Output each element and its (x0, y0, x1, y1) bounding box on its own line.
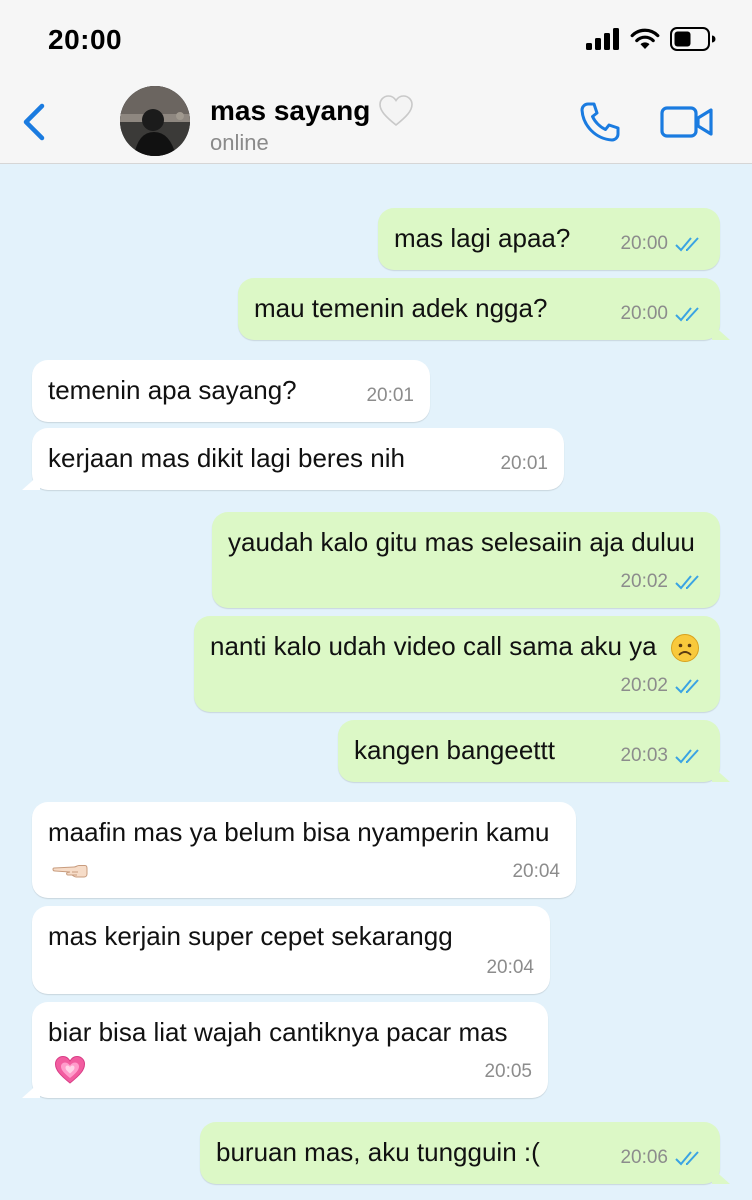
message-bubble-outgoing[interactable]: yaudah kalo gitu mas selesaiin aja duluu… (212, 512, 720, 608)
message-bubble-incoming[interactable]: maafin mas ya belum bisa nyamperin kamu … (32, 802, 576, 898)
read-ticks-icon (675, 679, 699, 694)
message-time: 20:01 (500, 453, 548, 474)
message-time: 20:04 (512, 861, 560, 882)
message-meta: 20:00 (620, 226, 704, 262)
message-bubble-incoming[interactable]: kerjaan mas dikit lagi beres nih 20:01 (22, 428, 564, 490)
status-icons (586, 26, 716, 52)
status-bar: 20:00 (0, 0, 752, 82)
message-time: 20:02 (620, 571, 668, 592)
message-meta: 20:03 (620, 738, 704, 774)
message-bubble-outgoing[interactable]: nanti kalo udah video call sama aku ya 2… (194, 616, 720, 712)
message-text: mas lagi apaa? (394, 223, 571, 253)
video-call-icon[interactable] (660, 102, 714, 142)
message-meta: 20:04 (512, 854, 560, 890)
chat-area: mas lagi apaa? 20:00 mau temenin adek ng… (0, 164, 752, 1200)
message-text: temenin apa sayang? (48, 375, 297, 405)
battery-icon (670, 27, 716, 51)
message-meta: 20:00 (620, 296, 704, 332)
message-text: buruan mas, aku tungguin :( (216, 1137, 540, 1167)
message-time: 20:06 (620, 1147, 668, 1168)
wifi-icon (630, 28, 660, 49)
message-text: yaudah kalo gitu mas selesaiin aja duluu (228, 527, 695, 557)
message-text: nanti kalo udah video call sama aku ya (210, 631, 657, 661)
message-meta: 20:02 (620, 564, 704, 600)
message-text: mau temenin adek ngga? (254, 293, 548, 323)
message-meta: 20:01 (500, 446, 548, 482)
message-bubble-incoming[interactable]: mas kerjain super cepet sekarangg 20:04 (32, 906, 550, 994)
pointing-left-hand-emoji-icon (52, 865, 88, 878)
back-chevron-icon[interactable] (14, 100, 54, 144)
message-meta: 20:06 (620, 1140, 704, 1176)
message-bubble-incoming[interactable]: temenin apa sayang? 20:01 (32, 360, 430, 422)
message-time: 20:02 (620, 675, 668, 696)
status-time: 20:00 (48, 24, 123, 55)
message-bubble-incoming[interactable]: biar bisa liat wajah cantiknya pacar mas… (22, 1002, 548, 1098)
message-text: kangen bangeettt (354, 735, 555, 765)
read-ticks-icon (675, 1151, 699, 1166)
message-bubble-outgoing[interactable]: mas lagi apaa? 20:00 (378, 208, 720, 270)
cellular-signal-icon (586, 28, 619, 50)
message-meta: 20:02 (620, 668, 704, 704)
message-meta: 20:05 (484, 1054, 532, 1090)
contact-status: online (210, 130, 269, 155)
read-ticks-icon (675, 749, 699, 764)
white-heart-icon (379, 95, 414, 127)
message-meta: 20:04 (486, 950, 534, 986)
message-time: 20:03 (620, 745, 668, 766)
message-text: biar bisa liat wajah cantiknya pacar mas (48, 1017, 508, 1047)
contact-name[interactable]: mas sayang (210, 94, 414, 128)
message-text: mas kerjain super cepet sekarangg (48, 921, 453, 951)
message-time: 20:00 (620, 303, 668, 324)
message-text: kerjaan mas dikit lagi beres nih (48, 443, 405, 473)
contact-name-text: mas sayang (210, 95, 371, 126)
message-text: maafin mas ya belum bisa nyamperin kamu (48, 817, 550, 847)
read-ticks-icon (675, 237, 699, 252)
growing-heart-emoji-icon (54, 1056, 86, 1084)
phone-call-icon[interactable] (578, 100, 622, 144)
message-bubble-outgoing[interactable]: kangen bangeettt 20:03 (338, 720, 730, 782)
chat-header: mas sayang online (0, 82, 752, 164)
message-meta: 20:01 (366, 378, 414, 414)
message-time: 20:05 (484, 1061, 532, 1082)
message-time: 20:00 (620, 233, 668, 254)
message-time: 20:04 (486, 957, 534, 978)
read-ticks-icon (675, 307, 699, 322)
message-bubble-outgoing[interactable]: mau temenin adek ngga? 20:00 (238, 278, 730, 340)
message-bubble-outgoing[interactable]: buruan mas, aku tungguin :( 20:06 (200, 1122, 730, 1184)
frowning-face-emoji-icon (670, 634, 699, 663)
contact-avatar[interactable] (120, 86, 190, 156)
read-ticks-icon (675, 575, 699, 590)
message-time: 20:01 (366, 385, 414, 406)
